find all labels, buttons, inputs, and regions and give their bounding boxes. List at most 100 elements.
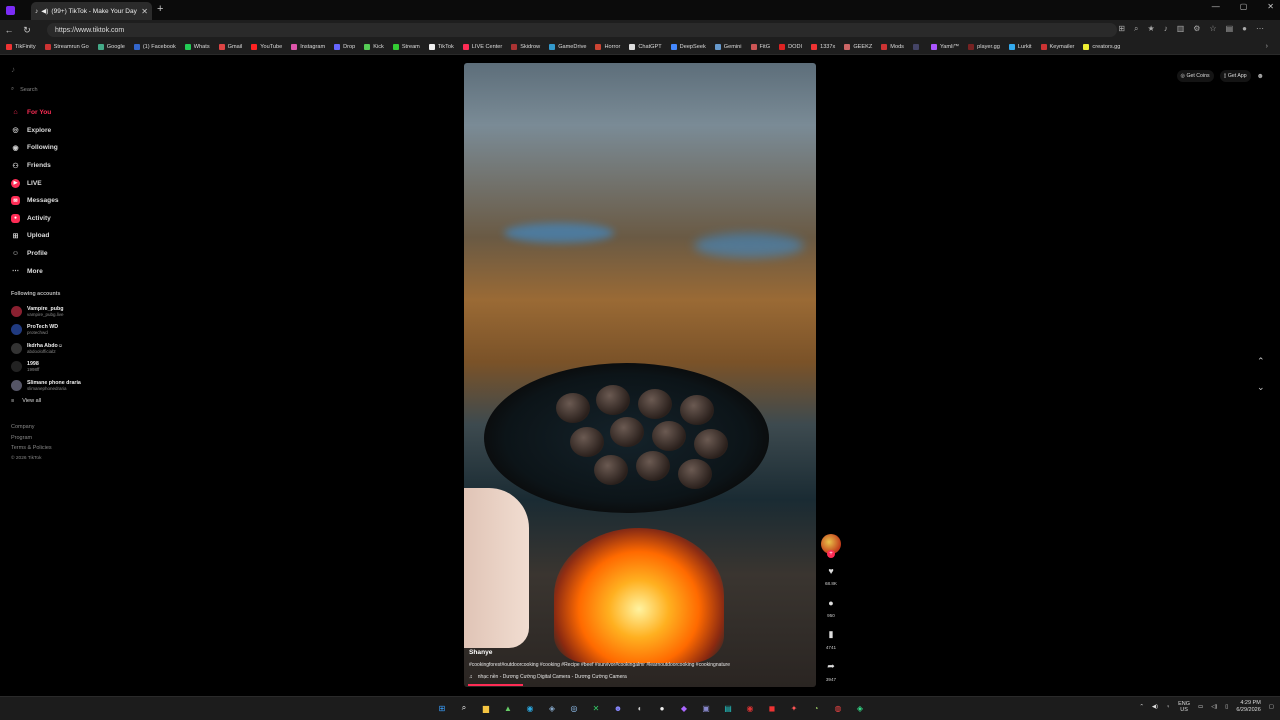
bookmark-item[interactable]: LIVE Center [462,44,502,50]
video-music[interactable]: ♫ nhạc nền - Dương Cường Digital Camera … [469,674,627,680]
browser-menu-icon[interactable]: ⋯ [1256,24,1264,34]
collections-icon[interactable]: ▤ [1226,24,1234,34]
next-video-chevron-down-icon[interactable]: ⌄ [1257,382,1265,393]
taskbar-app-icon[interactable]: ◈ [854,702,866,714]
bookmark-item[interactable]: Gemini [714,44,742,50]
nav-item-more[interactable]: ⋯ More [11,262,59,280]
bookmark-item[interactable]: GEEKZ [844,44,872,50]
taskbar-search-icon[interactable]: ⌕ [458,702,470,714]
nav-item-activity[interactable]: ● Activity [11,210,59,228]
taskbar-app-icon[interactable]: ▤ [722,702,734,714]
minimize-icon[interactable]: — [1212,2,1220,11]
footer-program-link[interactable]: Program [11,433,52,444]
taskbar-app-icon[interactable]: ◎ [568,702,580,714]
bookmark-item[interactable]: Instagram [291,44,325,50]
save-button[interactable]: ▮ 4741 [826,629,836,661]
notifications-icon[interactable]: ▢ [1269,704,1274,710]
bookmark-item[interactable]: Drop [334,44,355,50]
language-indicator[interactable]: ENG US [1178,701,1190,713]
bookmark-item[interactable] [912,44,922,50]
following-account-item[interactable]: 1998 1998ff [11,358,81,377]
nav-item-live[interactable]: ▶ LIVE [11,174,59,192]
taskbar-app-icon[interactable]: ◐ [634,702,646,714]
bookmark-item[interactable]: player.gg [968,44,1000,50]
follow-plus-icon[interactable]: + [827,550,835,558]
taskbar-app-icon[interactable]: ▲ [502,702,514,714]
taskbar-app-icon[interactable]: ◆ [678,702,690,714]
favorites-icon[interactable]: ☆ [1209,24,1216,34]
bookmark-item[interactable]: creators.gg [1083,44,1120,50]
bookmark-item[interactable]: Kick [364,44,384,50]
nav-item-explore[interactable]: ◎ Explore [11,122,59,140]
chrome-icon[interactable]: ◍ [832,702,844,714]
bookmark-item[interactable]: (1) Facebook [133,44,176,50]
tray-overflow-icon[interactable]: ⌃ [1139,704,1144,710]
nav-item-messages[interactable]: ✉ Messages [11,192,59,210]
bookmark-item[interactable]: Horror [595,44,620,50]
bookmark-item[interactable]: TikTok [428,44,454,50]
following-account-item[interactable]: ProTech WD protechwd [11,321,81,340]
taskbar-app-icon[interactable]: ◔ [810,702,822,714]
bookmark-item[interactable]: Mods [881,44,904,50]
tab-close-icon[interactable]: ✕ [141,7,148,16]
bookmark-item[interactable]: Yamli™ [930,44,959,50]
maximize-icon[interactable]: ▢ [1240,2,1248,11]
back-icon[interactable]: ← [0,25,18,35]
share-button[interactable]: ➦ 3947 [826,661,836,693]
split-screen-icon[interactable]: ▥ [1177,24,1185,34]
nav-item-following[interactable]: ◉ Following [11,139,59,157]
taskbar-app-icon[interactable]: ◉ [744,702,756,714]
refresh-icon[interactable]: ↻ [18,25,36,36]
battery-icon[interactable]: ▯ [1225,704,1228,710]
following-account-item[interactable]: Ikdrha Abdo☺ abdoolofficial2 [11,339,81,358]
user-avatar-icon[interactable]: ☻ [1257,73,1264,80]
nav-item-upload[interactable]: ⊞ Upload [11,227,59,245]
bookmark-item[interactable]: GameDrive [549,44,586,50]
taskbar-app-icon[interactable]: ✦ [788,702,800,714]
taskbar-app-icon[interactable]: ▣ [700,702,712,714]
get-app-button[interactable]: ▯ Get App [1219,70,1251,82]
bookmark-item[interactable]: Stream [392,44,420,50]
discord-icon[interactable]: ☻ [612,702,624,714]
install-app-icon[interactable]: ⊞ [1118,24,1125,34]
tab-audio-icon[interactable]: ◀) [41,7,48,15]
creator-avatar[interactable]: + [821,534,841,558]
bookmarks-overflow-icon[interactable]: › [1266,43,1268,50]
bookmark-item[interactable]: Streamrun Go [44,44,89,50]
footer-company-link[interactable]: Company [11,422,52,433]
taskbar-app-icon[interactable]: ◼ [766,702,778,714]
bookmark-item[interactable]: Whats [184,44,210,50]
bookmark-item[interactable]: TikFinity [6,44,36,50]
get-coins-button[interactable]: ◎ Get Coins [1176,70,1214,82]
windows-start-icon[interactable]: ⊞ [436,702,448,714]
like-button[interactable]: ♥ 68.8K [825,566,837,598]
bookmark-item[interactable]: ChatGPT [629,44,662,50]
bookmark-item[interactable]: 1337x [811,44,835,50]
extensions-icon[interactable]: ⚙ [1193,24,1200,34]
search-input[interactable]: ⌕ Search [11,86,38,93]
github-icon[interactable]: ● [656,702,668,714]
browser-app-icon[interactable] [0,0,20,20]
bookmark-item[interactable]: DODI [779,44,802,50]
file-explorer-icon[interactable]: ▆ [480,702,492,714]
favorite-star-icon[interactable]: ★ [1148,24,1155,34]
nav-item-profile[interactable]: ☺ Profile [11,245,59,263]
previous-video-chevron-up-icon[interactable]: ⌃ [1257,356,1265,367]
address-input[interactable]: https://www.tiktok.com [47,23,1117,37]
network-icon[interactable]: ▭ [1198,704,1203,710]
zoom-icon[interactable]: ⌕ [1134,24,1138,34]
bookmark-item[interactable]: Skidrow [511,44,540,50]
view-all-link[interactable]: ≡ View all [11,398,41,404]
xbox-icon[interactable]: ✕ [590,702,602,714]
volume-icon[interactable]: ◁) [1211,704,1217,710]
steam-icon[interactable]: ◈ [546,702,558,714]
bookmark-item[interactable]: FitG [750,44,770,50]
video-player[interactable]: Shanye #cookingforest#outdoorcooking #co… [464,63,816,687]
mic-icon[interactable]: ♀ [1166,704,1170,710]
tiktok-logo-icon[interactable]: ♪ [11,65,15,74]
bookmark-item[interactable]: Lurkit [1008,44,1032,50]
clock[interactable]: 4:29 PM 6/29/2026 [1236,700,1260,714]
close-window-icon[interactable]: ✕ [1267,2,1274,11]
edge-browser-icon[interactable]: ◉ [524,702,536,714]
bookmark-item[interactable]: Gmail [218,44,242,50]
